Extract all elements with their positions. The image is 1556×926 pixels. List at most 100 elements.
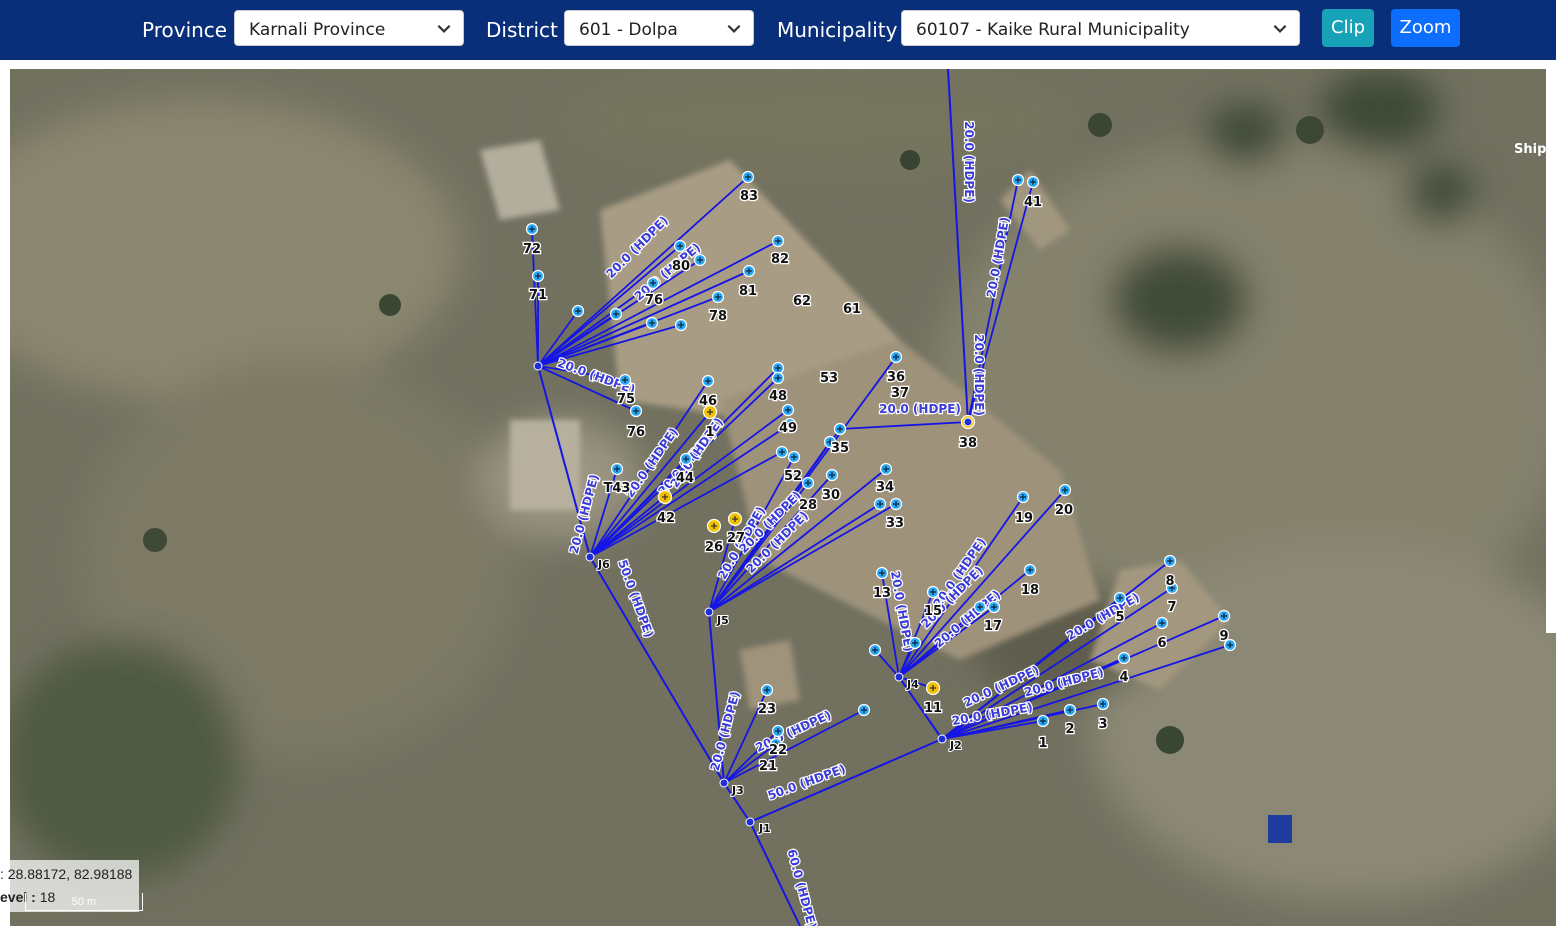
pipe-size-label: 20.0 (HDPE) (879, 402, 961, 416)
tap-node[interactable] (771, 234, 785, 248)
municipality-select[interactable]: 60107 - Kaike Rural Municipality (901, 10, 1300, 46)
tap-node[interactable] (889, 350, 903, 364)
district-label: District (486, 18, 558, 42)
tap-node[interactable] (693, 253, 707, 267)
junction-label: J3 (731, 784, 744, 797)
tap-node[interactable] (873, 497, 887, 511)
junction-point[interactable] (704, 607, 714, 617)
province-select[interactable]: Karnali Province (234, 10, 464, 46)
node-label: 42 (657, 511, 675, 526)
junction-point[interactable] (963, 417, 973, 427)
tap-node[interactable] (1016, 490, 1030, 504)
node-label: 61 (843, 302, 861, 317)
node-label: 83 (740, 189, 758, 204)
coordinates-text: : 28.88172, 82.98188 (0, 866, 133, 882)
node-label: 80 (672, 259, 690, 274)
junction-point[interactable] (745, 817, 755, 827)
tap-node[interactable] (618, 373, 632, 387)
tap-node[interactable] (868, 643, 882, 657)
tap-node[interactable] (525, 222, 539, 236)
node-label: 53 (820, 371, 838, 386)
tap-node[interactable] (875, 566, 889, 580)
tap-node[interactable] (742, 264, 756, 278)
scale-bar: 50 m (25, 893, 143, 911)
tap-node[interactable] (609, 307, 623, 321)
tap-node[interactable] (987, 600, 1001, 614)
junction-point[interactable] (533, 361, 543, 371)
node-label: 13 (873, 586, 891, 601)
municipality-label: Municipality (777, 18, 898, 42)
pipe-size-label: 20.0 (HDPE) (972, 334, 986, 416)
tap-node[interactable] (1063, 703, 1077, 717)
tap-node[interactable] (711, 290, 725, 304)
junction-point[interactable] (937, 734, 947, 744)
node-label: 1 (705, 425, 714, 440)
tap-node[interactable] (973, 600, 987, 614)
clip-button[interactable]: Clip (1322, 9, 1374, 47)
tap-node[interactable] (701, 374, 715, 388)
source-node[interactable] (657, 489, 673, 505)
zoom-button[interactable]: Zoom (1391, 9, 1460, 47)
tap-node[interactable] (1217, 609, 1231, 623)
node-label: 11 (924, 701, 942, 716)
tap-node[interactable] (1155, 616, 1169, 630)
node-label: T43 (604, 481, 631, 496)
tap-node[interactable] (889, 497, 903, 511)
tap-node[interactable] (908, 636, 922, 650)
tap-node[interactable] (771, 361, 785, 375)
node-label: 9 (1219, 629, 1228, 644)
tap-node[interactable] (879, 462, 893, 476)
tap-node[interactable] (646, 276, 660, 290)
tap-node[interactable] (1163, 554, 1177, 568)
junction-point[interactable] (719, 778, 729, 788)
node-label: 81 (739, 284, 757, 299)
node-label: 1 (1038, 736, 1047, 751)
node-label: 62 (793, 294, 811, 309)
tap-node[interactable] (787, 450, 801, 464)
tap-node[interactable] (673, 239, 687, 253)
source-node[interactable] (925, 680, 941, 696)
source-node[interactable] (727, 511, 743, 527)
chevron-down-icon (727, 24, 741, 33)
tap-node[interactable] (741, 170, 755, 184)
tap-node[interactable] (1113, 591, 1127, 605)
node-label: 7 (1167, 600, 1176, 615)
tap-node[interactable] (825, 468, 839, 482)
tap-node[interactable] (760, 683, 774, 697)
tap-node[interactable] (775, 445, 789, 459)
tap-node[interactable] (771, 371, 785, 385)
chevron-down-icon (437, 24, 451, 33)
tap-node[interactable] (531, 269, 545, 283)
tap-node[interactable] (571, 304, 585, 318)
district-select[interactable]: 601 - Dolpa (564, 10, 754, 46)
node-label: 72 (523, 242, 541, 257)
tap-node[interactable] (1011, 173, 1025, 187)
tap-node[interactable] (629, 404, 643, 418)
tap-node[interactable] (781, 403, 795, 417)
tap-node[interactable] (1096, 697, 1110, 711)
tap-node[interactable] (645, 316, 659, 330)
node-label: 44 (676, 471, 694, 486)
junction-point[interactable] (585, 552, 595, 562)
map-canvas[interactable]: 20.0 (HDPE) 20.0 (HDPE) 20.0 (HDPE) 20.0 (H… (10, 69, 1556, 926)
junction-point[interactable] (894, 672, 904, 682)
tap-node[interactable] (679, 452, 693, 466)
node-label: 2 (1065, 722, 1074, 737)
tap-node[interactable] (1036, 714, 1050, 728)
node-label: 36 (887, 370, 905, 385)
tap-node[interactable] (674, 318, 688, 332)
tap-node[interactable] (1117, 651, 1131, 665)
tap-node[interactable] (857, 703, 871, 717)
tap-node[interactable] (771, 724, 785, 738)
tap-node[interactable] (1026, 175, 1040, 189)
node-label: 20 (1055, 503, 1073, 518)
tap-node[interactable] (1023, 563, 1037, 577)
tap-node[interactable] (1058, 483, 1072, 497)
node-label: 49 (779, 421, 797, 436)
tap-node[interactable] (610, 462, 624, 476)
tap-node[interactable] (926, 585, 940, 599)
tap-node[interactable] (833, 422, 847, 436)
satellite-map[interactable]: 20.0 (HDPE)20.0 (HDPE)20.0 (HDPE)20.0 (H… (10, 69, 1556, 926)
tap-node[interactable] (801, 476, 815, 490)
source-node[interactable] (706, 518, 722, 534)
